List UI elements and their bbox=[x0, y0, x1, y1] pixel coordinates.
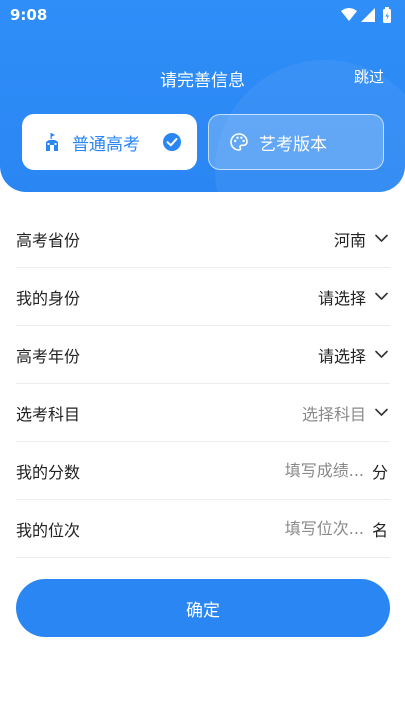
chevron-down-icon bbox=[375, 292, 388, 300]
rank-unit: 名 bbox=[371, 520, 388, 540]
check-circle-icon bbox=[163, 133, 181, 151]
score-row: 我的分数 分 bbox=[16, 442, 390, 500]
signal-icon bbox=[361, 8, 375, 22]
year-value: 请选择 bbox=[317, 346, 366, 366]
mode-label-art: 艺考版本 bbox=[259, 134, 327, 155]
score-input[interactable] bbox=[274, 461, 364, 480]
mode-label-regular: 普通高考 bbox=[72, 134, 140, 155]
score-label: 我的分数 bbox=[16, 462, 81, 482]
rank-label: 我的位次 bbox=[16, 520, 81, 540]
rank-input[interactable] bbox=[274, 519, 364, 538]
identity-value: 请选择 bbox=[317, 288, 366, 308]
province-label: 高考省份 bbox=[16, 230, 81, 250]
identity-row[interactable]: 我的身份 请选择 bbox=[16, 268, 390, 326]
chevron-down-icon bbox=[375, 350, 388, 358]
mode-tab-art[interactable]: 艺考版本 bbox=[208, 114, 384, 170]
building-icon bbox=[46, 133, 58, 151]
chevron-down-icon bbox=[375, 408, 388, 416]
palette-icon bbox=[230, 133, 248, 151]
score-unit: 分 bbox=[371, 462, 388, 482]
page-title: 请完善信息 bbox=[160, 71, 245, 91]
subjects-row[interactable]: 选考科目 选择科目 bbox=[16, 384, 390, 442]
identity-label: 我的身份 bbox=[16, 288, 81, 308]
skip-button[interactable]: 跳过 bbox=[354, 66, 384, 87]
info-form: 高考省份 河南 我的身份 请选择 高考年份 请选择 选考科目 选择科目 我的分数… bbox=[16, 210, 390, 558]
chevron-down-icon bbox=[375, 234, 388, 242]
rank-row: 我的位次 名 bbox=[16, 500, 390, 558]
status-bar: 9:08 bbox=[0, 0, 405, 30]
wifi-icon bbox=[341, 8, 357, 21]
year-row[interactable]: 高考年份 请选择 bbox=[16, 326, 390, 384]
subjects-label: 选考科目 bbox=[16, 404, 81, 424]
status-icons bbox=[341, 7, 391, 23]
mode-tab-regular[interactable]: 普通高考 bbox=[22, 114, 197, 170]
subjects-value: 选择科目 bbox=[301, 404, 366, 424]
province-value: 河南 bbox=[333, 230, 366, 250]
province-row[interactable]: 高考省份 河南 bbox=[16, 210, 390, 268]
confirm-button[interactable]: 确定 bbox=[16, 579, 390, 637]
header-banner: 9:08 请完善信息 跳过 普通高考 艺考版本 bbox=[0, 0, 405, 192]
status-time: 9:08 bbox=[10, 6, 48, 24]
year-label: 高考年份 bbox=[16, 346, 81, 366]
